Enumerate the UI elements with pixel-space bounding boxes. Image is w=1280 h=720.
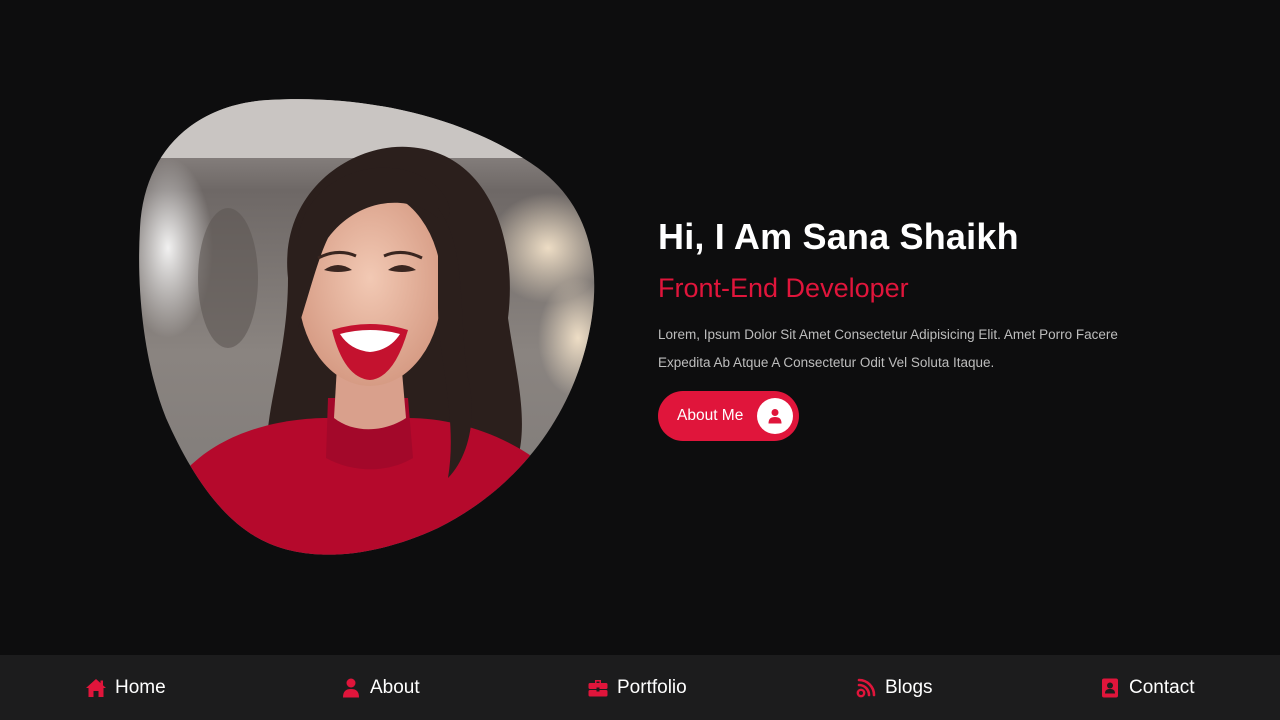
hero-subtitle: Front-End Developer [658, 273, 909, 303]
home-icon [85, 677, 107, 699]
about-me-button[interactable]: About Me [658, 391, 800, 441]
nav-item-portfolio[interactable]: Portfolio [587, 655, 687, 720]
nav-item-label: Contact [1129, 676, 1195, 698]
profile-photo [138, 98, 600, 560]
address-book-icon [1099, 677, 1121, 699]
nav-item-about[interactable]: About [340, 655, 420, 720]
nav-item-contact[interactable]: Contact [1099, 655, 1194, 720]
nav-item-label: About [370, 676, 420, 698]
nav-item-home[interactable]: Home [85, 655, 166, 720]
hero-section: Hi, I Am Sana Shaikh Front-End Developer… [658, 214, 1218, 441]
page: Hi, I Am Sana Shaikh Front-End Developer… [0, 0, 1280, 720]
profile-photo-svg [139, 99, 595, 555]
bottom-nav: Home About Portfolio Blogs Contact [0, 655, 1280, 720]
blog-icon [855, 677, 877, 699]
nav-item-label: Portfolio [617, 676, 687, 698]
hero-description: Lorem, Ipsum Dolor Sit Amet Consectetur … [658, 327, 1118, 370]
user-icon [757, 398, 794, 434]
hero-title: Hi, I Am Sana Shaikh [658, 216, 1019, 257]
about-me-button-label: About Me [677, 407, 744, 424]
nav-item-label: Blogs [885, 676, 933, 698]
briefcase-icon [587, 677, 609, 699]
nav-item-label: Home [115, 676, 166, 698]
nav-item-blogs[interactable]: Blogs [855, 655, 933, 720]
user-icon [340, 677, 362, 699]
